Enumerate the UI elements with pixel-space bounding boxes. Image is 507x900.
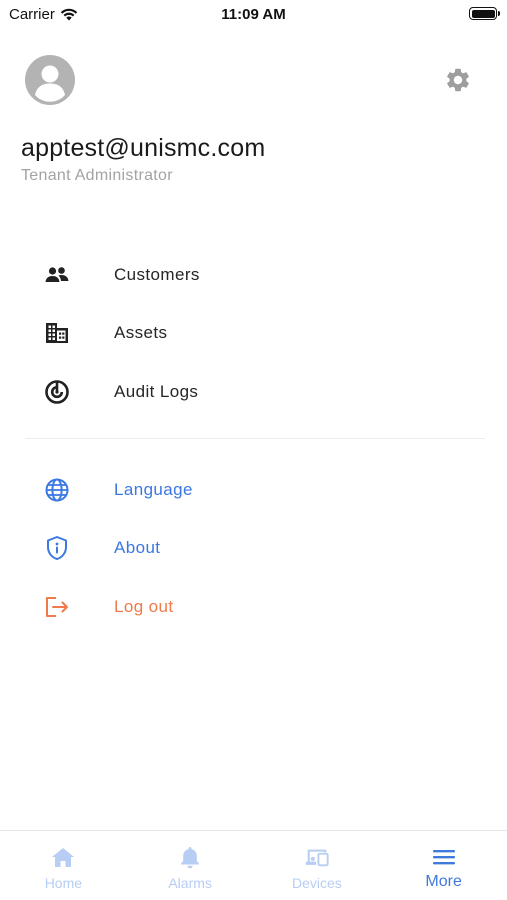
user-email: apptest@unismc.com bbox=[21, 134, 266, 162]
menu-item-audit-logs[interactable]: Audit Logs bbox=[0, 367, 507, 417]
home-icon bbox=[50, 845, 76, 869]
tab-bar: Home Alarms Devices More bbox=[0, 830, 507, 900]
status-bar: Carrier 11:09 AM bbox=[0, 0, 507, 30]
tab-label: Alarms bbox=[168, 875, 212, 891]
battery-icon bbox=[469, 7, 500, 20]
settings-button[interactable] bbox=[444, 66, 472, 94]
menu-item-label: Log out bbox=[114, 597, 174, 616]
tab-label: Devices bbox=[291, 875, 342, 891]
menu-item-customers[interactable]: Customers bbox=[0, 250, 507, 300]
audit-logs-icon bbox=[43, 378, 71, 406]
shield-info-icon bbox=[43, 534, 71, 562]
menu-item-label: Assets bbox=[114, 323, 168, 342]
menu-item-about[interactable]: About bbox=[0, 523, 507, 573]
tab-home[interactable]: Home bbox=[0, 831, 127, 900]
devices-icon bbox=[304, 845, 330, 869]
menu-item-label: Language bbox=[114, 480, 193, 499]
menu-item-label: Audit Logs bbox=[114, 382, 199, 401]
menu-item-label: Customers bbox=[114, 265, 200, 284]
menu-item-assets[interactable]: Assets bbox=[0, 308, 507, 358]
menu-item-language[interactable]: Language bbox=[0, 465, 507, 515]
avatar[interactable] bbox=[25, 55, 75, 105]
tab-label: More bbox=[425, 873, 462, 890]
tab-more[interactable]: More bbox=[380, 831, 507, 900]
logout-icon bbox=[43, 593, 71, 621]
gear-icon bbox=[447, 68, 469, 92]
clock: 11:09 AM bbox=[221, 6, 286, 23]
bell-icon bbox=[177, 845, 203, 869]
globe-icon bbox=[43, 476, 71, 504]
menu-icon bbox=[431, 845, 457, 869]
building-icon bbox=[43, 319, 71, 347]
customers-icon bbox=[43, 261, 71, 289]
menu-divider bbox=[25, 438, 485, 439]
tab-devices[interactable]: Devices bbox=[254, 831, 381, 900]
user-role: Tenant Administrator bbox=[21, 167, 173, 184]
tab-label: Home bbox=[44, 875, 83, 891]
menu-item-label: About bbox=[114, 538, 161, 557]
avatar-icon bbox=[25, 55, 75, 105]
tab-alarms[interactable]: Alarms bbox=[127, 831, 254, 900]
menu-item-logout[interactable]: Log out bbox=[0, 582, 507, 632]
